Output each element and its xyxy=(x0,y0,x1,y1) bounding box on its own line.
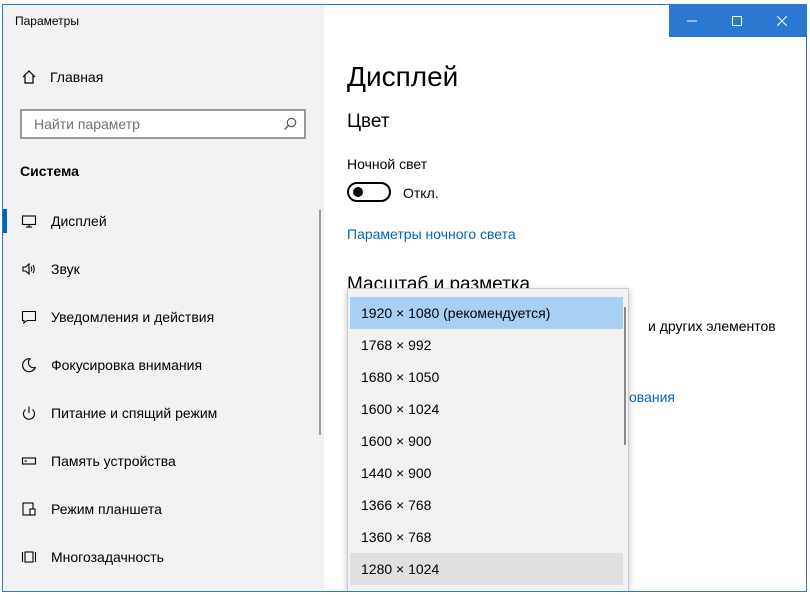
section-title: Система xyxy=(20,163,79,179)
moon-icon xyxy=(20,356,38,374)
sidebar-item-label: Режим планшета xyxy=(51,501,162,517)
resolution-dropdown-list[interactable]: 1920 × 1080 (рекомендуется) 1768 × 992 1… xyxy=(347,288,629,591)
sidebar-item-label: Главная xyxy=(50,69,104,85)
color-heading: Цвет xyxy=(347,111,390,132)
sidebar-item-tablet-mode[interactable]: Режим планшета xyxy=(3,489,323,529)
resolution-option[interactable]: 1360 × 768 xyxy=(350,521,623,553)
search-box[interactable] xyxy=(20,109,306,139)
sidebar-item-display[interactable]: Дисплей xyxy=(3,201,323,241)
sidebar: Параметры Главная Система Дисплей Звук xyxy=(3,5,324,591)
dropdown-scrollbar[interactable] xyxy=(624,307,626,445)
advanced-scaling-link[interactable]: ования xyxy=(629,389,675,405)
search-input[interactable] xyxy=(32,115,281,133)
night-light-toggle[interactable] xyxy=(347,182,391,202)
sidebar-item-storage[interactable]: Память устройства xyxy=(3,441,323,481)
resolution-option[interactable]: 1600 × 1024 xyxy=(350,393,623,425)
sidebar-item-multitasking[interactable]: Многозадачность xyxy=(3,537,323,577)
search-icon[interactable] xyxy=(282,116,298,132)
resolution-option[interactable]: 1680 × 1050 xyxy=(350,361,623,393)
close-icon xyxy=(777,16,787,26)
maximize-icon xyxy=(732,16,742,26)
sidebar-item-label: Многозадачность xyxy=(51,549,164,565)
tablet-mode-icon xyxy=(20,500,38,518)
close-button[interactable] xyxy=(759,5,805,37)
night-light-settings-link[interactable]: Параметры ночного света xyxy=(347,226,516,242)
speaker-icon xyxy=(20,260,38,278)
resolution-option[interactable]: 1920 × 1080 (рекомендуется) xyxy=(350,297,623,329)
sidebar-item-power[interactable]: Питание и спящий режим xyxy=(3,393,323,433)
sidebar-item-label: Дисплей xyxy=(51,213,107,229)
page-title: Дисплей xyxy=(347,61,459,92)
sidebar-scrollbar[interactable] xyxy=(319,210,321,435)
home-icon xyxy=(20,68,38,86)
night-light-label: Ночной свет xyxy=(347,156,428,172)
settings-window: Параметры Главная Система Дисплей Звук xyxy=(2,4,807,592)
sidebar-item-notifications[interactable]: Уведомления и действия xyxy=(3,297,323,337)
maximize-button[interactable] xyxy=(714,5,760,37)
sidebar-item-label: Звук xyxy=(51,261,80,277)
notification-icon xyxy=(20,308,38,326)
app-title: Параметры xyxy=(15,14,79,28)
resolution-option[interactable]: 1366 × 768 xyxy=(350,489,623,521)
resolution-option[interactable]: 1280 × 1024 xyxy=(350,553,623,585)
scale-description: и других элементов xyxy=(648,318,776,334)
sidebar-item-label: Уведомления и действия xyxy=(51,309,215,325)
resolution-option[interactable]: 1600 × 900 xyxy=(350,425,623,457)
sidebar-item-label: Фокусировка внимания xyxy=(51,357,203,373)
sidebar-item-label: Питание и спящий режим xyxy=(51,405,218,421)
power-icon xyxy=(20,404,38,422)
sidebar-item-sound[interactable]: Звук xyxy=(3,249,323,289)
night-light-state: Откл. xyxy=(403,185,439,201)
monitor-icon xyxy=(20,212,38,230)
resolution-option[interactable]: 1768 × 992 xyxy=(350,329,623,361)
resolution-option[interactable]: 1440 × 900 xyxy=(350,457,623,489)
sidebar-item-home[interactable]: Главная xyxy=(3,61,323,93)
storage-icon xyxy=(20,452,38,470)
sidebar-item-label: Память устройства xyxy=(51,453,176,469)
sidebar-item-focus-assist[interactable]: Фокусировка внимания xyxy=(3,345,323,385)
minimize-icon xyxy=(687,20,697,22)
minimize-button[interactable] xyxy=(669,5,715,37)
toggle-knob xyxy=(353,187,363,197)
multitasking-icon xyxy=(20,548,38,566)
